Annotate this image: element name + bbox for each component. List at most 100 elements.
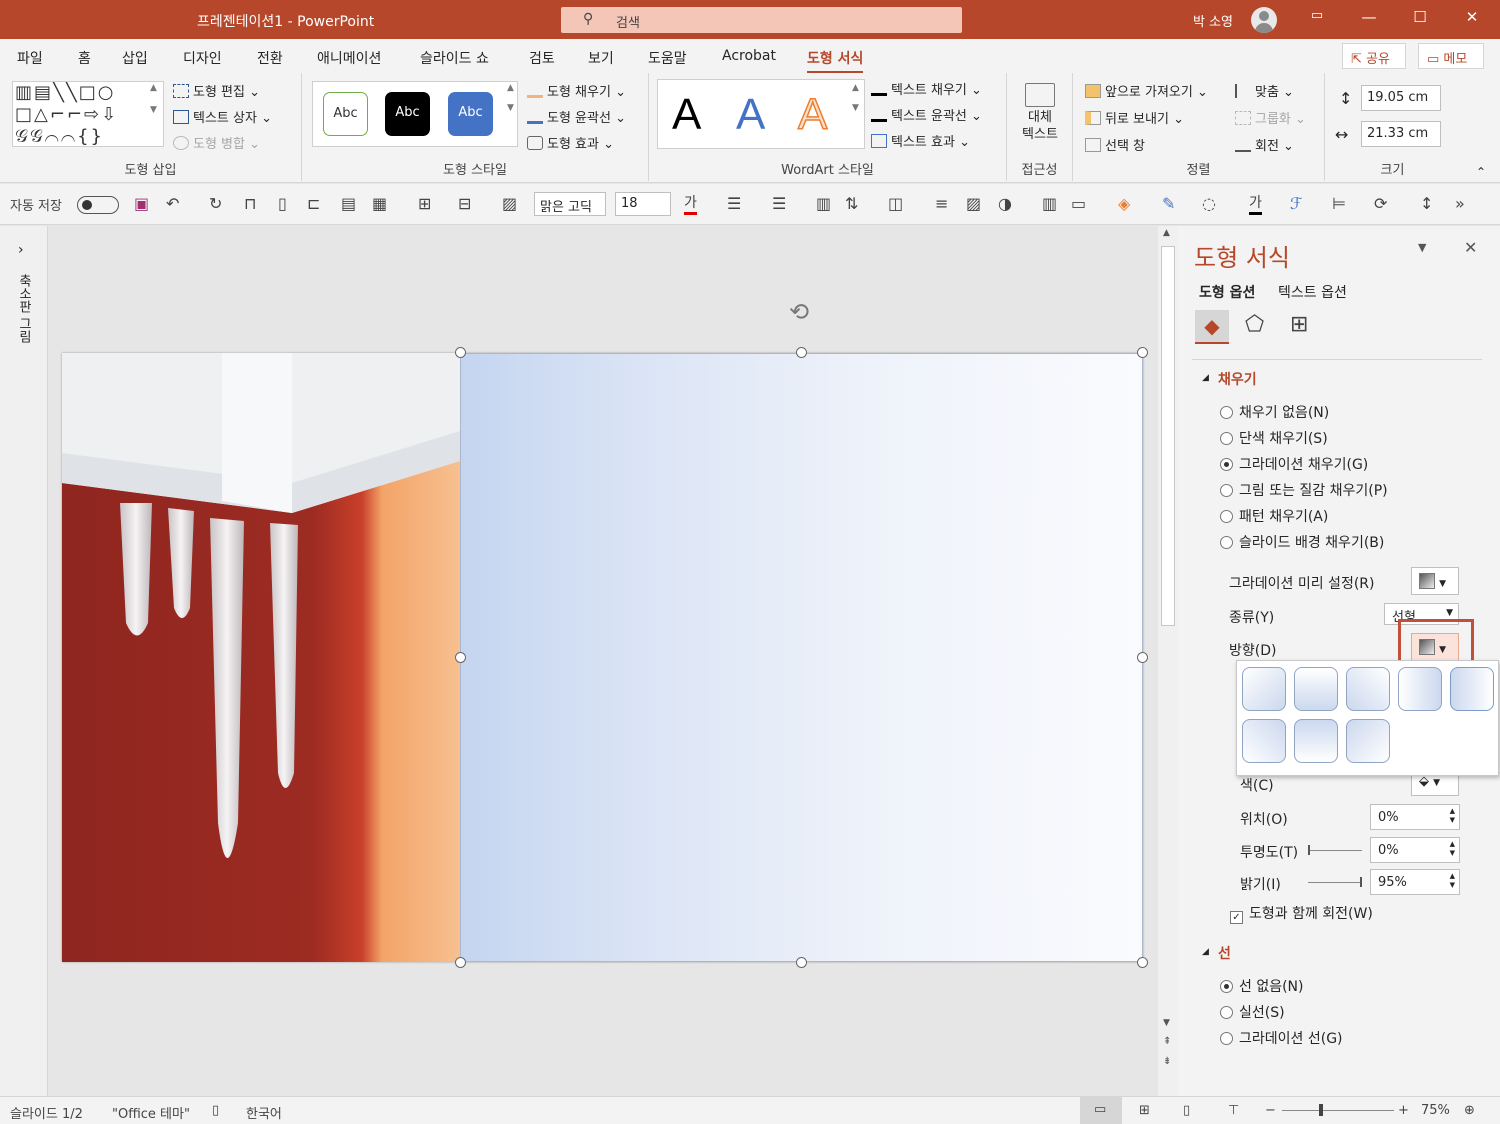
wordart-orange-sample[interactable]: A <box>797 89 828 140</box>
tab-text-options[interactable]: 텍스트 옵션 <box>1278 282 1347 302</box>
close-icon[interactable]: ✕ <box>1460 8 1484 30</box>
text-effects-button[interactable]: 텍스트 효과 ⌄ <box>871 131 970 150</box>
text-outline-button[interactable]: 텍스트 윤곽선 ⌄ <box>871 105 982 124</box>
language-status[interactable]: 한국어 <box>246 1103 282 1122</box>
rotate-button[interactable]: 회전 ⌄ <box>1235 135 1294 154</box>
maximize-icon[interactable]: ☐ <box>1408 8 1432 30</box>
shape-fill-button[interactable]: 도형 채우기 ⌄ <box>527 81 626 100</box>
position-input[interactable]: 0% ▲ ▼ <box>1370 804 1460 830</box>
vertical-scrollbar[interactable]: ▲ ▼ ⇞ ⇟ <box>1158 226 1178 1096</box>
picture-icon[interactable]: ▨ <box>502 194 517 213</box>
tab-shape-options[interactable]: 도형 옵션 <box>1199 282 1255 302</box>
shape-effects-button[interactable]: 도형 효과 ⌄ <box>527 133 614 152</box>
preset-gradients-button[interactable]: ▼ <box>1411 567 1459 595</box>
columns-icon[interactable]: ▥ <box>816 194 831 213</box>
presentation-icon[interactable]: ⊓ <box>244 194 256 213</box>
styles-scroll-icon[interactable]: ▲ ▼ <box>507 83 514 113</box>
line-solid-option[interactable]: 실선(S) <box>1220 1002 1285 1022</box>
autosave-toggle[interactable] <box>77 196 119 214</box>
merge-shapes-button[interactable]: 도형 병합 ⌄ <box>173 133 260 152</box>
direction-diagonal-up-left[interactable] <box>1346 719 1390 763</box>
qat-fill-icon[interactable]: ◈ <box>1118 194 1130 213</box>
qat-size-icon[interactable]: ↕ <box>1420 194 1433 213</box>
group-button[interactable]: 그룹화 ⌄ <box>1235 108 1306 127</box>
slider-thumb[interactable] <box>1308 845 1310 855</box>
wordart-black-sample[interactable]: A <box>672 90 701 140</box>
fill-line-icon[interactable]: ◆ <box>1195 310 1229 344</box>
tab-review[interactable]: 검토 <box>529 48 555 68</box>
next-slide-icon[interactable]: ⇟ <box>1163 1056 1171 1067</box>
pane-options-icon[interactable]: ▼ <box>1418 241 1426 254</box>
gradient-rectangle[interactable] <box>460 353 1143 962</box>
redo-icon[interactable]: ↻ <box>209 194 222 213</box>
shapes-gallery[interactable]: ▥▤╲╲□○ □△⌐⌐⇨⇩ 𝒢𝒢⌒⌒{} <box>12 81 164 147</box>
scrollbar-thumb[interactable] <box>1161 246 1175 626</box>
tab-file[interactable]: 파일 <box>17 48 43 68</box>
tab-shape-format[interactable]: 도형 서식 <box>807 48 864 74</box>
line-none-option[interactable]: 선 없음(N) <box>1220 976 1304 996</box>
user-name[interactable]: 박 소영 <box>1193 11 1233 30</box>
transparency-input[interactable]: 0% ▲ ▼ <box>1370 837 1460 863</box>
resize-handle[interactable] <box>455 652 466 663</box>
zoom-thumb[interactable] <box>1319 1104 1323 1116</box>
comments-button[interactable]: ▭ 메모 <box>1418 43 1484 69</box>
fill-picture-option[interactable]: 그림 또는 질감 채우기(P) <box>1220 480 1388 500</box>
pane-close-icon[interactable]: ✕ <box>1464 238 1477 257</box>
table-icon[interactable]: ⊞ <box>418 194 431 213</box>
resize-handle[interactable] <box>1137 652 1148 663</box>
shapes-icon[interactable]: ◑ <box>998 194 1012 213</box>
brightness-input[interactable]: 95% ▲ ▼ <box>1370 869 1460 895</box>
direction-linear-up[interactable] <box>1294 719 1338 763</box>
reading-view-icon[interactable]: ▯ <box>1183 1103 1190 1118</box>
share-button[interactable]: ⇱ 공유 <box>1342 43 1406 69</box>
gallery-scroll-up-icon[interactable]: ▲ <box>150 83 157 93</box>
line-gradient-option[interactable]: 그라데이션 선(G) <box>1220 1028 1343 1048</box>
qat-align-icon[interactable]: ⊨ <box>1332 194 1346 213</box>
resize-handle[interactable] <box>796 347 807 358</box>
collapse-ribbon-icon[interactable]: ⌃ <box>1476 165 1486 179</box>
chart-icon[interactable]: ▥ <box>1042 194 1057 213</box>
tab-help[interactable]: 도움말 <box>648 48 687 68</box>
scroll-up-icon[interactable]: ▲ <box>1163 228 1170 238</box>
convert-smartart-icon[interactable]: ◫ <box>888 194 903 213</box>
print-preview-icon[interactable]: ▤ <box>341 194 356 213</box>
effects-pentagon-icon[interactable]: ⬠ <box>1245 312 1264 337</box>
font-size-select[interactable]: 18 <box>615 192 671 216</box>
tab-design[interactable]: 디자인 <box>183 48 222 68</box>
resize-handle[interactable] <box>1137 347 1148 358</box>
resize-handle[interactable] <box>796 957 807 968</box>
fill-pattern-option[interactable]: 패턴 채우기(A) <box>1220 506 1328 526</box>
align-text-icon[interactable]: ≡ <box>935 194 948 213</box>
icicle-photo[interactable] <box>62 353 460 962</box>
tab-transitions[interactable]: 전환 <box>257 48 283 68</box>
spinner-icon[interactable]: ▲ ▼ <box>1450 840 1455 858</box>
search-box[interactable]: ⚲ 검색 <box>561 7 962 33</box>
zoom-in-icon[interactable]: + <box>1398 1103 1409 1118</box>
direction-linear-down[interactable] <box>1294 667 1338 711</box>
bring-forward-button[interactable]: 앞으로 가져오기 ⌄ <box>1085 81 1208 100</box>
fill-gradient-option[interactable]: 그라데이션 채우기(G) <box>1220 454 1368 474</box>
align-button[interactable]: 맞춤 ⌄ <box>1235 81 1294 100</box>
open-folder-icon[interactable]: ⊏ <box>307 194 320 213</box>
zoom-out-icon[interactable]: − <box>1265 1103 1276 1118</box>
selection-pane-button[interactable]: 선택 창 <box>1085 135 1145 154</box>
normal-view-button[interactable]: ▭ <box>1080 1097 1122 1124</box>
slide[interactable] <box>62 353 1143 962</box>
direction-diagonal-down-left[interactable] <box>1346 667 1390 711</box>
alt-text-button[interactable]: 대체 텍스트 <box>1019 83 1061 143</box>
thumbnail-pane-collapsed[interactable]: › 축소판 그림 <box>0 226 48 1096</box>
fill-section-title[interactable]: 채우기 <box>1218 369 1257 389</box>
style-outline-sample[interactable]: Abc <box>323 92 368 136</box>
shape-outline-button[interactable]: 도형 윤곽선 ⌄ <box>527 107 626 126</box>
slideshow-view-icon[interactable]: ⊤ <box>1228 1103 1239 1118</box>
fill-slide-bg-option[interactable]: 슬라이드 배경 채우기(B) <box>1220 532 1384 552</box>
direction-diagonal-down-right[interactable] <box>1242 667 1286 711</box>
spellcheck-icon[interactable]: ▯ <box>212 1103 219 1118</box>
resize-handle[interactable] <box>1137 957 1148 968</box>
resize-handle[interactable] <box>455 347 466 358</box>
spinner-icon[interactable]: ▲ ▼ <box>1450 872 1455 890</box>
wordart-gallery[interactable]: A A A <box>657 79 865 149</box>
qat-text-effects-icon[interactable]: ℱ <box>1290 194 1303 213</box>
style-blue-sample[interactable]: Abc <box>448 92 493 136</box>
font-color-icon[interactable]: 가 <box>684 192 697 215</box>
